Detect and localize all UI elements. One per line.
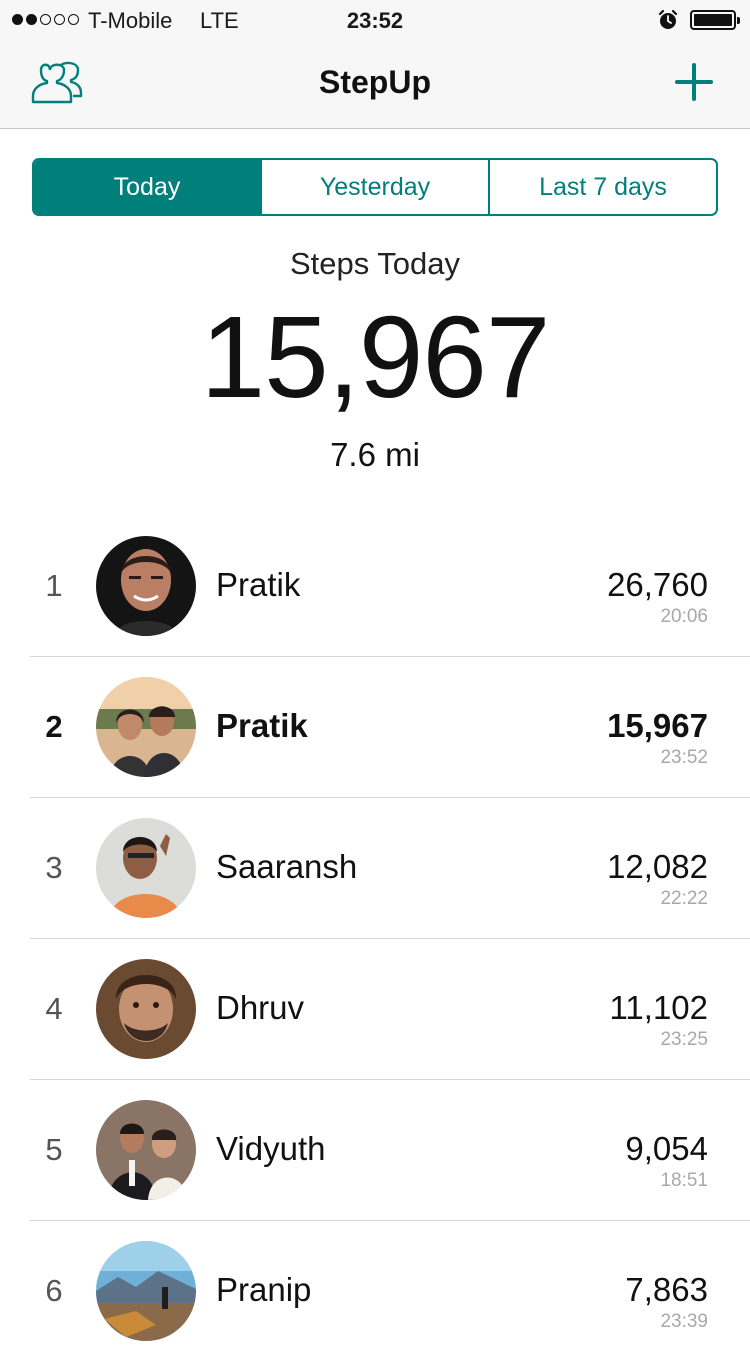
avatar [96,818,196,918]
steps-today-count: 15,967 [200,292,551,422]
leaderboard-row[interactable]: 2 Pratik 15,967 23:52 [30,657,750,798]
user-name: Saaransh [216,848,358,885]
user-step-count: 9,054 [625,1130,708,1167]
add-friend-button[interactable] [674,62,714,102]
user-name: Dhruv [216,989,305,1026]
period-tabs: Today Yesterday Last 7 days [32,158,718,216]
distance-walked: 7.6 mi [330,436,420,473]
leaderboard-row[interactable]: 1 Pratik 26,760 20:06 [30,516,750,657]
steps-today-label: Steps Today [289,246,461,281]
avatar [96,536,196,636]
last-sync-time: 20:06 [660,606,708,627]
user-step-count: 15,967 [607,707,708,744]
tab-last-7-days[interactable]: Last 7 days [488,160,716,214]
tab-yesterday[interactable]: Yesterday [260,160,488,214]
avatar [96,677,196,777]
leaderboard-list: 1 Pratik 26,760 20:06 2 Pratik 15,967 23… [0,516,750,1361]
status-time: 23:52 [346,8,404,33]
user-name: Pratik [216,566,301,603]
leaderboard-row[interactable]: 5 Vidyuth 9,054 18:51 [30,1080,750,1221]
leaderboard-row[interactable]: 6 Pranip 7,863 23:39 [30,1221,750,1361]
user-step-count: 11,102 [609,989,708,1026]
user-step-count: 26,760 [607,566,708,603]
app-title: StepUp [319,64,431,100]
last-sync-time: 23:39 [660,1311,708,1332]
tab-today[interactable]: Today [34,160,260,214]
status-bar: T-Mobile LTE 23:52 [0,0,750,40]
avatar [96,959,196,1059]
last-sync-time: 22:22 [660,888,708,909]
avatar [96,1100,196,1200]
last-sync-time: 23:52 [660,747,708,768]
rank-number: 1 [45,568,63,603]
user-name: Pratik [216,707,308,744]
battery-icon [690,10,740,30]
user-name: Pranip [216,1271,312,1308]
rank-number: 5 [45,1132,63,1167]
rank-number: 3 [45,850,63,885]
last-sync-time: 18:51 [660,1170,708,1191]
avatar [96,1241,196,1341]
user-step-count: 12,082 [607,848,708,885]
navigation-bar: StepUp [0,40,750,129]
user-name: Vidyuth [216,1130,326,1167]
alarm-clock-icon [658,9,678,29]
user-step-count: 7,863 [625,1271,708,1308]
last-sync-time: 23:25 [660,1029,708,1050]
leaderboard-row[interactable]: 4 Dhruv 11,102 23:25 [30,939,750,1080]
leaderboard-row[interactable]: 3 Saaransh 12,082 22:22 [30,798,750,939]
rank-number: 6 [45,1273,63,1308]
rank-number: 4 [45,991,63,1026]
rank-number: 2 [45,709,63,744]
